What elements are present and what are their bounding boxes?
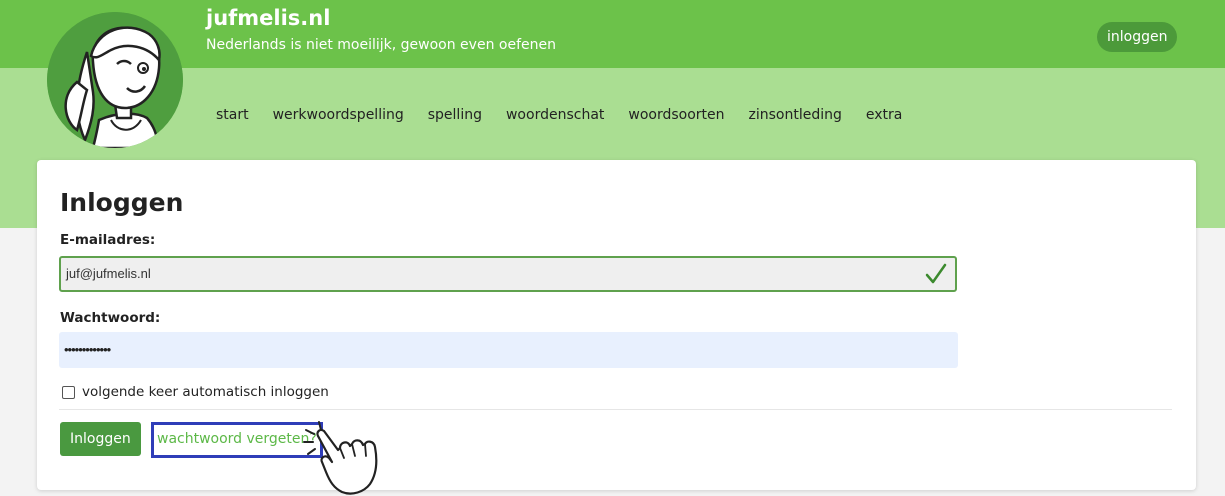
nav-item-zinsontleding[interactable]: zinsontleding xyxy=(749,107,842,123)
email-value: juf@jufmelis.nl xyxy=(66,266,151,281)
login-submit-button[interactable]: Inloggen xyxy=(60,422,141,456)
page-title: Inloggen xyxy=(60,188,184,217)
forgot-password-link[interactable]: wachtwoord vergeten? xyxy=(157,422,317,456)
email-field[interactable]: juf@jufmelis.nl xyxy=(59,256,957,292)
remember-checkbox[interactable] xyxy=(62,385,75,399)
password-label: Wachtwoord: xyxy=(60,310,161,326)
remember-label[interactable]: volgende keer automatisch inloggen xyxy=(82,384,329,400)
divider xyxy=(59,409,1172,410)
checkmark-icon xyxy=(925,262,947,286)
nav-item-spelling[interactable]: spelling xyxy=(428,107,482,123)
girl-illustration-logo[interactable] xyxy=(47,12,183,148)
nav-item-woordenschat[interactable]: woordenschat xyxy=(506,107,604,123)
password-value: ••••••••••••• xyxy=(64,342,111,357)
nav-item-woordsoorten[interactable]: woordsoorten xyxy=(628,107,724,123)
password-field[interactable]: ••••••••••••• xyxy=(59,332,958,368)
site-tagline: Nederlands is niet moeilijk, gewoon even… xyxy=(206,37,556,53)
nav-item-werkwoordspelling[interactable]: werkwoordspelling xyxy=(273,107,404,123)
nav-item-start[interactable]: start xyxy=(216,107,249,123)
nav-item-extra[interactable]: extra xyxy=(866,107,902,123)
login-card: Inloggen E-mailadres: juf@jufmelis.nl Wa… xyxy=(37,160,1196,490)
main-nav: start werkwoordspelling spelling woorden… xyxy=(216,102,926,128)
header-bar xyxy=(0,0,1225,68)
page: jufmelis.nl Nederlands is niet moeilijk,… xyxy=(0,0,1225,496)
header-login-button[interactable]: inloggen xyxy=(1097,22,1178,52)
email-label: E-mailadres: xyxy=(60,232,156,248)
site-title[interactable]: jufmelis.nl xyxy=(206,6,330,30)
remember-row: volgende keer automatisch inloggen xyxy=(62,382,329,402)
pointing-hand-click-icon xyxy=(300,420,384,496)
